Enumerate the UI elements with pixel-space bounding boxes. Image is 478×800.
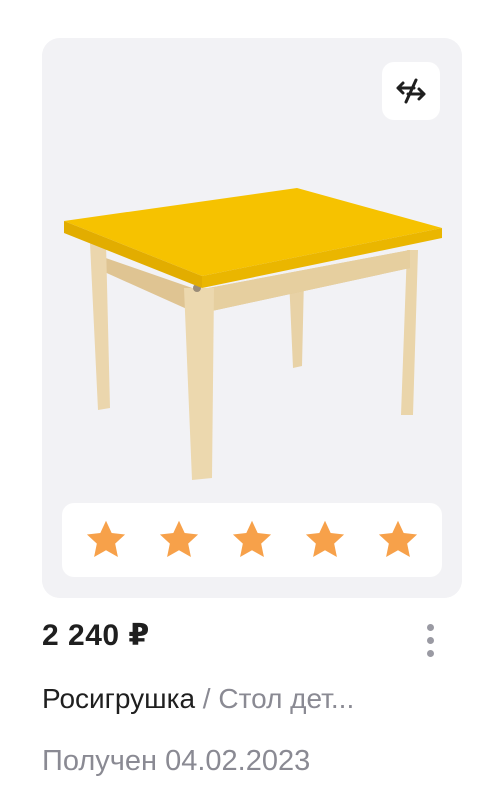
title-separator: / <box>195 683 219 714</box>
more-options-button[interactable] <box>414 616 446 664</box>
star-icon[interactable] <box>230 518 274 562</box>
compare-button[interactable] <box>382 62 440 120</box>
product-title[interactable]: Росигрушка / Стол дет... <box>42 683 472 715</box>
price: 2 240 ₽ <box>42 619 150 652</box>
star-icon[interactable] <box>303 518 347 562</box>
product-card[interactable] <box>42 38 462 598</box>
rating-stars <box>62 503 442 577</box>
star-icon[interactable] <box>157 518 201 562</box>
product-name: Стол дет... <box>218 683 355 714</box>
star-icon[interactable] <box>84 518 128 562</box>
more-vertical-icon <box>426 623 434 631</box>
star-icon[interactable] <box>376 518 420 562</box>
order-status: Получен 04.02.2023 <box>42 745 311 777</box>
compare-arrows-icon <box>396 78 426 104</box>
brand-name: Росигрушка <box>42 683 196 714</box>
